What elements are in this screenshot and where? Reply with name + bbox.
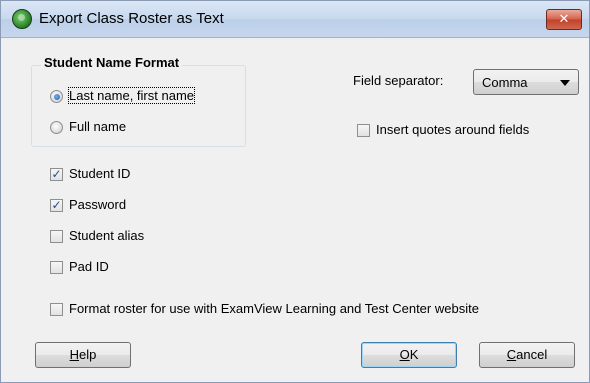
help-mnemonic: H <box>69 347 80 362</box>
help-button[interactable]: Help <box>35 342 131 368</box>
insert-quotes-checkbox[interactable] <box>357 124 370 137</box>
chevron-down-icon <box>560 80 570 86</box>
cancel-mnemonic: C <box>506 347 517 362</box>
ok-mnemonic: O <box>399 347 410 362</box>
password-checkbox[interactable]: ✓ <box>50 199 63 212</box>
window-title: Export Class Roster as Text <box>39 10 224 27</box>
name-format-group <box>31 65 246 147</box>
app-icon <box>12 9 32 29</box>
close-icon: ✕ <box>558 11 570 26</box>
format-website-checkbox[interactable] <box>50 303 63 316</box>
radio-full-name-label[interactable]: Full name <box>69 119 126 134</box>
student-alias-label[interactable]: Student alias <box>69 228 144 243</box>
close-button[interactable]: ✕ <box>546 9 582 30</box>
radio-last-first[interactable] <box>50 90 63 103</box>
title-bar[interactable]: Export Class Roster as Text ✕ <box>1 1 589 38</box>
radio-full-name[interactable] <box>50 121 63 134</box>
cancel-button[interactable]: Cancel <box>479 342 575 368</box>
insert-quotes-label[interactable]: Insert quotes around fields <box>376 122 529 137</box>
dialog-window: Export Class Roster as Text ✕ Student Na… <box>0 0 590 383</box>
student-id-checkbox[interactable]: ✓ <box>50 168 63 181</box>
ok-label-rest: K <box>409 347 419 362</box>
format-website-label[interactable]: Format roster for use with ExamView Lear… <box>69 301 479 316</box>
ok-button[interactable]: OK <box>361 342 457 368</box>
student-alias-checkbox[interactable] <box>50 230 63 243</box>
field-separator-select[interactable]: Comma <box>473 69 579 95</box>
field-separator-label: Field separator: <box>353 73 444 88</box>
radio-last-first-label[interactable]: Last name, first name <box>68 87 195 104</box>
pad-id-checkbox[interactable] <box>50 261 63 274</box>
cancel-label-rest: ancel <box>516 347 548 362</box>
password-label[interactable]: Password <box>69 197 126 212</box>
student-id-label[interactable]: Student ID <box>69 166 130 181</box>
name-format-title: Student Name Format <box>41 55 183 70</box>
pad-id-label[interactable]: Pad ID <box>69 259 109 274</box>
help-label-rest: elp <box>79 347 97 362</box>
field-separator-value: Comma <box>482 75 528 90</box>
